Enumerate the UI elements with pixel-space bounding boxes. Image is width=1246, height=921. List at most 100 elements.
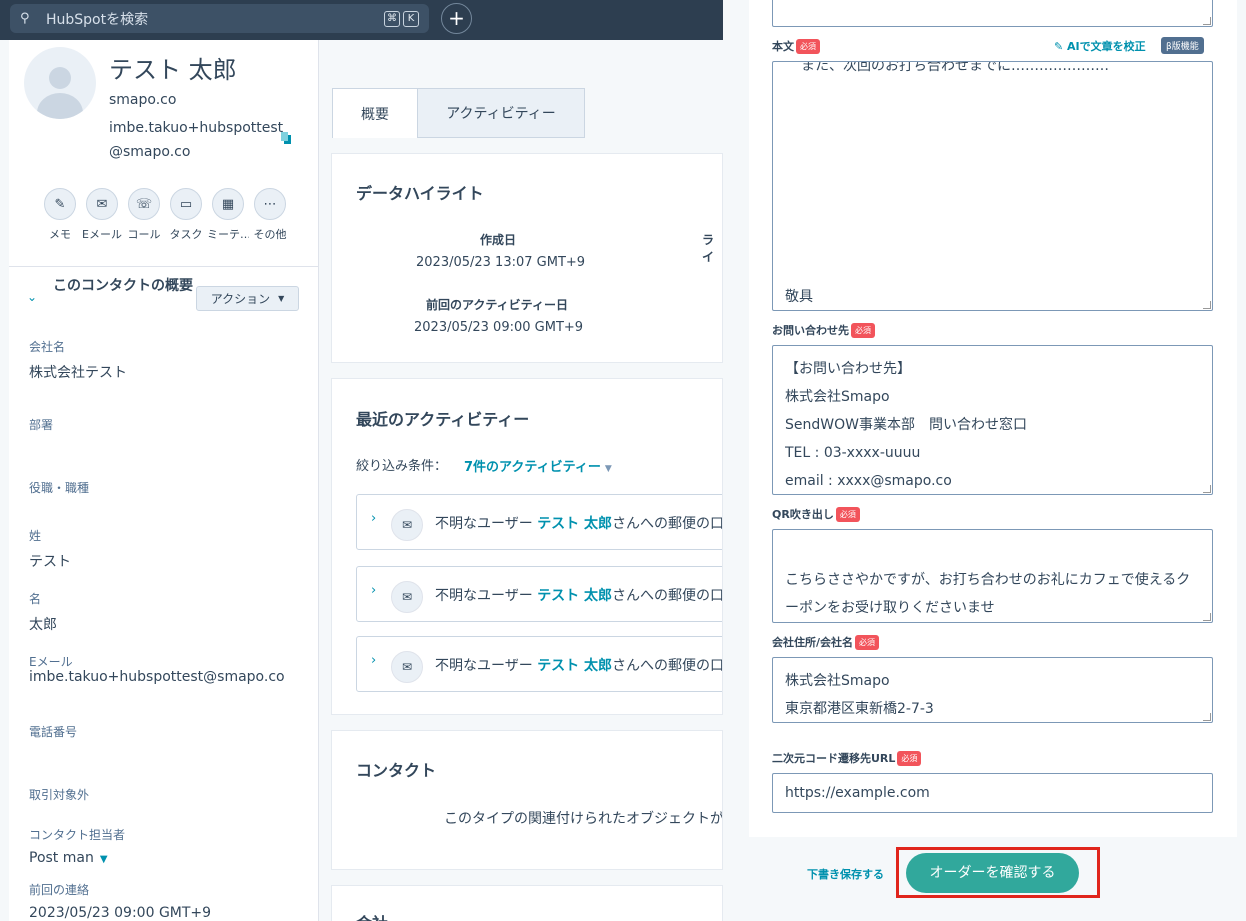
chevron-right-icon[interactable]: › — [371, 511, 376, 526]
beta-badge: β版機能 — [1161, 37, 1204, 54]
last-name-label: 姓 — [29, 529, 42, 543]
note-action[interactable]: ✎ メモ — [39, 188, 81, 242]
activity-item[interactable]: › ✉ 不明なユーザー テスト 太郎さんへの郵便の口 — [356, 494, 722, 550]
more-icon: ⋯ — [254, 188, 286, 220]
required-badge: 必須 — [855, 635, 880, 650]
company-label: 会社名 — [29, 340, 66, 354]
chevron-right-icon[interactable]: › — [371, 583, 376, 598]
contact-link[interactable]: テスト 太郎 — [537, 588, 612, 604]
contact-link[interactable]: テスト 太郎 — [537, 658, 612, 674]
activity-item[interactable]: › ✉ 不明なユーザー テスト 太郎さんへの郵便の口 — [356, 636, 722, 692]
calendar-icon: ▦ — [212, 188, 244, 220]
address-textarea[interactable]: 株式会社Smapo 東京都港区東新橋2-7-3 — [772, 657, 1213, 723]
order-panel: 本文 必須 ✎ AIで文章を校正 β版機能 また、次回のお打ち合わせまでに…………… — [723, 0, 1246, 921]
mail-icon: ✉ — [391, 581, 423, 613]
tab-activity[interactable]: アクティビティー — [417, 88, 585, 138]
copy-icon[interactable] — [281, 132, 291, 144]
contact-name: テスト 太郎 — [109, 56, 237, 84]
confirm-order-button[interactable]: オーダーを確認する — [906, 853, 1079, 893]
filter-label: 絞り込み条件： — [356, 459, 448, 474]
required-badge: 必須 — [851, 323, 875, 338]
contacts-card: コンタクト このタイプの関連付けられたオブジェクトが — [331, 730, 723, 870]
department-label: 部署 — [29, 418, 54, 432]
last-activity-value: 2023/05/23 09:00 GMT+9 — [414, 320, 584, 335]
save-draft-link[interactable]: 下書き保存する — [807, 866, 884, 882]
phone-label: 電話番号 — [29, 725, 78, 739]
body-label: 本文 必須 — [772, 38, 820, 54]
owner-label: コンタクト担当者 — [29, 828, 126, 842]
quick-actions: ✎ メモ ✉ Eメール ☏ コール ▭ タスク ▦ ミーテ… ⋯ その他 — [39, 188, 291, 242]
highlights-title: データハイライト — [356, 184, 484, 203]
created-label: 作成日 — [480, 233, 517, 247]
shortcut-k: K — [403, 10, 419, 27]
meeting-action[interactable]: ▦ ミーテ… — [207, 188, 249, 242]
search-placeholder: HubSpotを検索 — [46, 11, 149, 28]
mail-icon: ✉ — [391, 509, 423, 541]
more-action[interactable]: ⋯ その他 — [249, 188, 291, 242]
inquiry-textarea[interactable]: 【お問い合わせ先】 株式会社Smapo SendWOW事業本部 問い合わせ窓口 … — [772, 345, 1213, 495]
call-action[interactable]: ☏ コール — [123, 188, 165, 242]
inquiry-label: お問い合わせ先 必須 — [772, 322, 875, 338]
ai-proofread-link[interactable]: ✎ AIで文章を校正 — [1054, 38, 1146, 54]
mail-icon: ✉ — [391, 651, 423, 683]
body-textarea[interactable]: また、次回のお打ち合わせまでに………………… 敬具 — [772, 61, 1213, 311]
shortcut-cmd: ⌘ — [384, 10, 400, 27]
qr-textarea[interactable]: こちらささやかですが、お打ち合わせのお礼にカフェで使えるク ーポンをお受け取りく… — [772, 529, 1213, 623]
job-title-label: 役職・職種 — [29, 481, 90, 495]
magic-wand-icon: ✎ — [1054, 40, 1068, 53]
last-activity-label: 前回のアクティビティー日 — [426, 298, 568, 312]
caret-down-icon: ▼ — [99, 854, 108, 865]
owner-value[interactable]: Post man ▼ — [29, 850, 108, 866]
email-label: Eメール — [29, 655, 73, 669]
recent-title: 最近のアクティビティー — [356, 410, 530, 429]
created-value: 2023/05/23 13:07 GMT+9 — [416, 255, 586, 270]
required-badge: 必須 — [796, 39, 820, 54]
note-icon: ✎ — [44, 188, 76, 220]
caret-down-icon: ▼ — [604, 464, 612, 474]
search-icon: ⚲ — [20, 11, 30, 26]
address-label: 会社住所/会社名 必須 — [772, 634, 880, 650]
lifecycle-label: ライ — [702, 233, 715, 264]
actions-dropdown[interactable]: アクション ▼ — [196, 286, 299, 311]
excluded-label: 取引対象外 — [29, 788, 90, 802]
required-badge: 必須 — [835, 507, 860, 522]
companies-card: 会社 — [331, 885, 723, 921]
data-highlights-card: データハイライト 作成日 2023/05/23 13:07 GMT+9 ライ 前… — [331, 153, 723, 363]
contact-sidebar: テスト 太郎 smapo.co imbe.takuo+hubspottest @… — [9, 40, 319, 921]
divider — [9, 266, 319, 267]
chevron-right-icon[interactable]: › — [371, 653, 376, 668]
avatar — [24, 47, 96, 119]
contacts-title: コンタクト — [356, 761, 437, 780]
tab-overview[interactable]: 概要 — [332, 88, 418, 138]
order-form: 本文 必須 ✎ AIで文章を校正 β版機能 また、次回のお打ち合わせまでに…………… — [749, 0, 1237, 837]
last-contacted-label: 前回の連絡 — [29, 883, 90, 897]
contact-email-line2: @smapo.co — [109, 144, 191, 160]
recent-activity-card: 最近のアクティビティー 絞り込み条件： 7件のアクティビティー ▼ › ✉ 不明な… — [331, 378, 723, 715]
email-value[interactable]: imbe.takuo+hubspottest@smapo.co — [29, 669, 285, 685]
last-name-value[interactable]: テスト — [29, 551, 71, 571]
contact-domain: smapo.co — [109, 92, 177, 108]
task-action[interactable]: ▭ タスク — [165, 188, 207, 242]
previous-textarea[interactable] — [772, 0, 1213, 27]
contacts-empty-text: このタイプの関連付けられたオブジェクトが — [444, 811, 723, 827]
activity-filter-dropdown[interactable]: 7件のアクティビティー ▼ — [464, 456, 612, 475]
qr-label: QR吹き出し 必須 — [772, 506, 860, 522]
chevron-down-icon[interactable]: ⌄ — [27, 290, 37, 304]
global-search[interactable]: ⚲ HubSpotを検索 ⌘ K — [10, 4, 429, 33]
phone-icon: ☏ — [128, 188, 160, 220]
email-action[interactable]: ✉ Eメール — [81, 188, 123, 242]
task-icon: ▭ — [170, 188, 202, 220]
summary-title[interactable]: このコンタクトの概要 — [53, 276, 193, 296]
email-icon: ✉ — [86, 188, 118, 220]
url-input[interactable]: https://example.com — [772, 773, 1213, 813]
company-value[interactable]: 株式会社テスト — [29, 362, 127, 382]
caret-down-icon: ▼ — [278, 294, 285, 303]
create-new-button[interactable]: + — [441, 3, 472, 34]
url-label: 二次元コード遷移先URL 必須 — [772, 750, 922, 766]
contact-link[interactable]: テスト 太郎 — [537, 516, 612, 532]
activity-item[interactable]: › ✉ 不明なユーザー テスト 太郎さんへの郵便の口 — [356, 566, 722, 622]
first-name-value[interactable]: 太郎 — [29, 614, 57, 634]
last-contacted-value: 2023/05/23 09:00 GMT+9 — [29, 905, 212, 921]
required-badge: 必須 — [897, 751, 922, 766]
contact-email-line1: imbe.takuo+hubspottest — [109, 120, 284, 136]
